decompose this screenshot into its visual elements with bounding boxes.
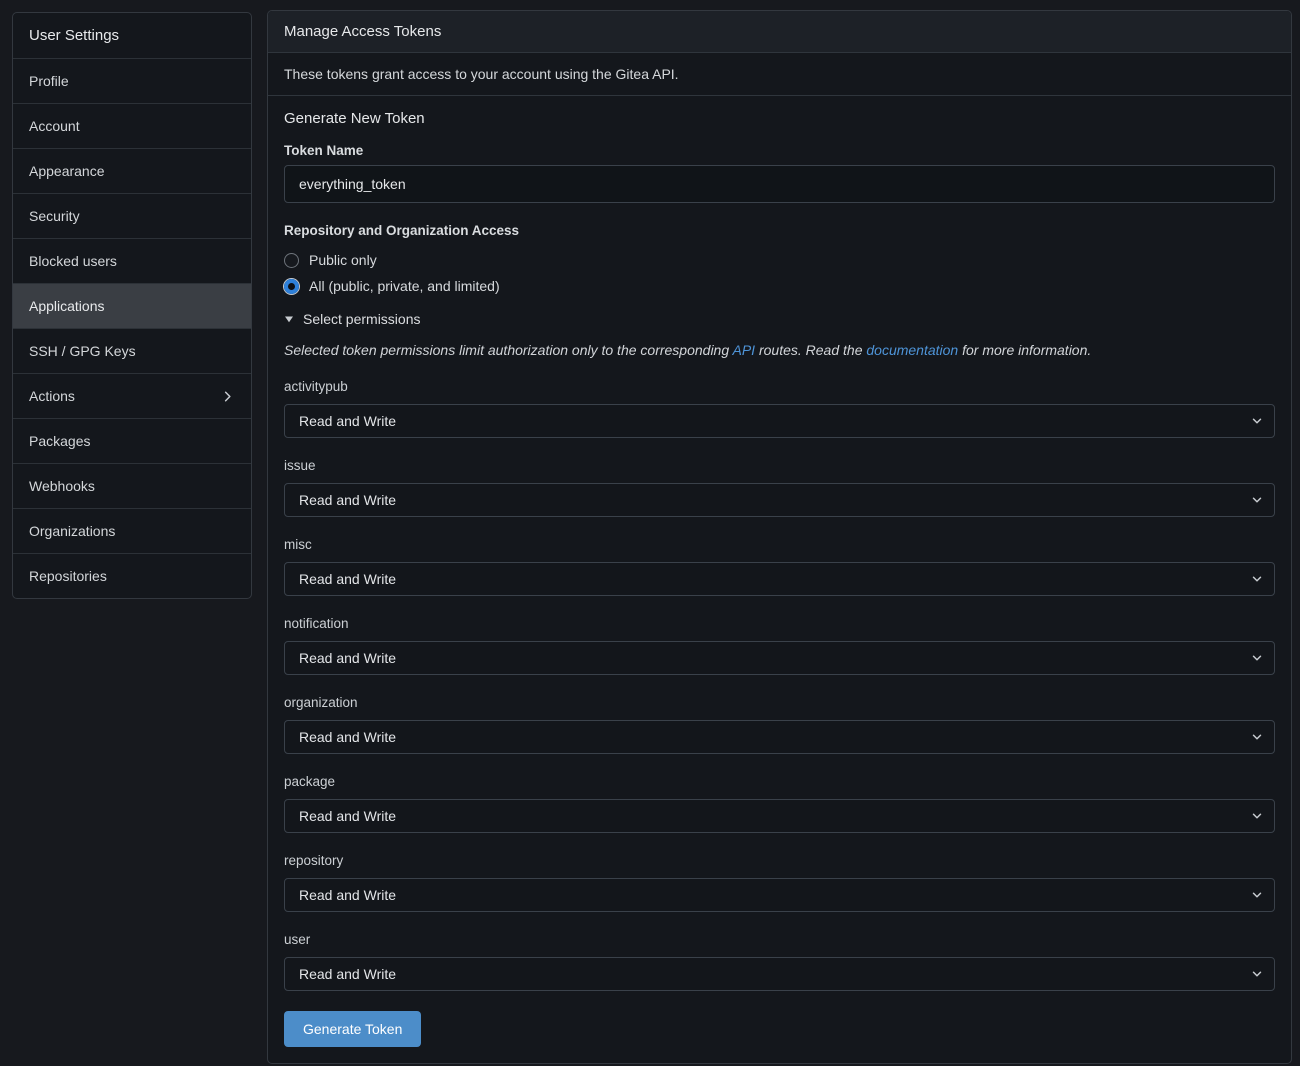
sidebar-title: User Settings bbox=[13, 13, 251, 58]
permission-select-activitypub[interactable]: Read and Write bbox=[284, 404, 1275, 438]
hint-text: routes. Read the bbox=[755, 342, 866, 358]
api-link[interactable]: API bbox=[733, 342, 756, 358]
permission-group-misc: misc Read and Write bbox=[284, 537, 1275, 596]
permission-select-user[interactable]: Read and Write bbox=[284, 957, 1275, 991]
tokens-description: These tokens grant access to your accoun… bbox=[268, 53, 1291, 96]
sidebar-item-label: Security bbox=[29, 208, 80, 224]
sidebar-item-appearance[interactable]: Appearance bbox=[13, 148, 251, 193]
sidebar-item-label: Profile bbox=[29, 73, 69, 89]
permission-group-issue: issue Read and Write bbox=[284, 458, 1275, 517]
permission-group-user: user Read and Write bbox=[284, 932, 1275, 991]
radio-all-label: All (public, private, and limited) bbox=[309, 278, 500, 294]
sidebar-item-applications[interactable]: Applications bbox=[13, 283, 251, 328]
permission-group-notification: notification Read and Write bbox=[284, 616, 1275, 675]
permission-group-repository: repository Read and Write bbox=[284, 853, 1275, 912]
permission-group-package: package Read and Write bbox=[284, 774, 1275, 833]
sidebar-item-label: SSH / GPG Keys bbox=[29, 343, 136, 359]
sidebar-item-profile[interactable]: Profile bbox=[13, 58, 251, 103]
permission-category-label: repository bbox=[284, 853, 1275, 869]
permission-select-repository[interactable]: Read and Write bbox=[284, 878, 1275, 912]
settings-sidebar: User Settings Profile Account Appearance… bbox=[12, 12, 252, 599]
token-name-input[interactable] bbox=[284, 165, 1275, 203]
radio-option-all[interactable]: All (public, private, and limited) bbox=[284, 273, 1275, 299]
generate-token-button[interactable]: Generate Token bbox=[284, 1011, 421, 1047]
permission-category-label: package bbox=[284, 774, 1275, 790]
hint-text: for more information. bbox=[958, 342, 1091, 358]
sidebar-item-label: Appearance bbox=[29, 163, 105, 179]
hint-text: Selected token permissions limit authori… bbox=[284, 342, 733, 358]
permission-category-label: notification bbox=[284, 616, 1275, 632]
permission-category-label: issue bbox=[284, 458, 1275, 474]
permission-category-label: user bbox=[284, 932, 1275, 948]
sidebar-item-webhooks[interactable]: Webhooks bbox=[13, 463, 251, 508]
select-permissions-label: Select permissions bbox=[303, 311, 421, 327]
radio-option-public-only[interactable]: Public only bbox=[284, 247, 1275, 273]
permission-select-misc[interactable]: Read and Write bbox=[284, 562, 1275, 596]
chevron-right-icon bbox=[220, 389, 235, 404]
sidebar-item-label: Applications bbox=[29, 298, 105, 314]
repo-org-access-label: Repository and Organization Access bbox=[284, 223, 1275, 239]
documentation-link[interactable]: documentation bbox=[866, 342, 958, 358]
generate-new-token-heading: Generate New Token bbox=[284, 110, 1275, 127]
radio-all[interactable] bbox=[284, 279, 299, 294]
generate-token-form: Generate New Token Token Name Repository… bbox=[268, 96, 1291, 1064]
permission-select-package[interactable]: Read and Write bbox=[284, 799, 1275, 833]
permission-category-label: activitypub bbox=[284, 379, 1275, 395]
caret-down-icon bbox=[284, 314, 294, 324]
sidebar-item-organizations[interactable]: Organizations bbox=[13, 508, 251, 553]
sidebar-menu: Profile Account Appearance Security Bloc… bbox=[13, 58, 251, 598]
permission-group-organization: organization Read and Write bbox=[284, 695, 1275, 754]
permission-select-notification[interactable]: Read and Write bbox=[284, 641, 1275, 675]
sidebar-item-label: Actions bbox=[29, 388, 75, 404]
sidebar-item-actions[interactable]: Actions bbox=[13, 373, 251, 418]
permission-select-issue[interactable]: Read and Write bbox=[284, 483, 1275, 517]
manage-access-tokens-panel: Manage Access Tokens These tokens grant … bbox=[267, 10, 1292, 1064]
permission-select-organization[interactable]: Read and Write bbox=[284, 720, 1275, 754]
sidebar-item-blocked-users[interactable]: Blocked users bbox=[13, 238, 251, 283]
sidebar-item-label: Repositories bbox=[29, 568, 107, 584]
select-permissions-toggle[interactable]: Select permissions bbox=[284, 311, 421, 327]
sidebar-item-repositories[interactable]: Repositories bbox=[13, 553, 251, 598]
permission-category-label: organization bbox=[284, 695, 1275, 711]
permissions-hint: Selected token permissions limit authori… bbox=[284, 341, 1275, 359]
sidebar-item-label: Packages bbox=[29, 433, 90, 449]
panel-header-title: Manage Access Tokens bbox=[268, 11, 1291, 53]
sidebar-item-packages[interactable]: Packages bbox=[13, 418, 251, 463]
sidebar-item-label: Blocked users bbox=[29, 253, 117, 269]
permission-group-activitypub: activitypub Read and Write bbox=[284, 379, 1275, 438]
permission-groups: activitypub Read and Write issue Read an… bbox=[284, 379, 1275, 991]
sidebar-item-label: Webhooks bbox=[29, 478, 95, 494]
sidebar-item-security[interactable]: Security bbox=[13, 193, 251, 238]
sidebar-item-ssh-gpg-keys[interactable]: SSH / GPG Keys bbox=[13, 328, 251, 373]
sidebar-item-account[interactable]: Account bbox=[13, 103, 251, 148]
radio-public-only[interactable] bbox=[284, 253, 299, 268]
permission-category-label: misc bbox=[284, 537, 1275, 553]
token-name-label: Token Name bbox=[284, 143, 1275, 159]
sidebar-item-label: Organizations bbox=[29, 523, 115, 539]
sidebar-item-label: Account bbox=[29, 118, 80, 134]
radio-public-only-label: Public only bbox=[309, 252, 377, 268]
